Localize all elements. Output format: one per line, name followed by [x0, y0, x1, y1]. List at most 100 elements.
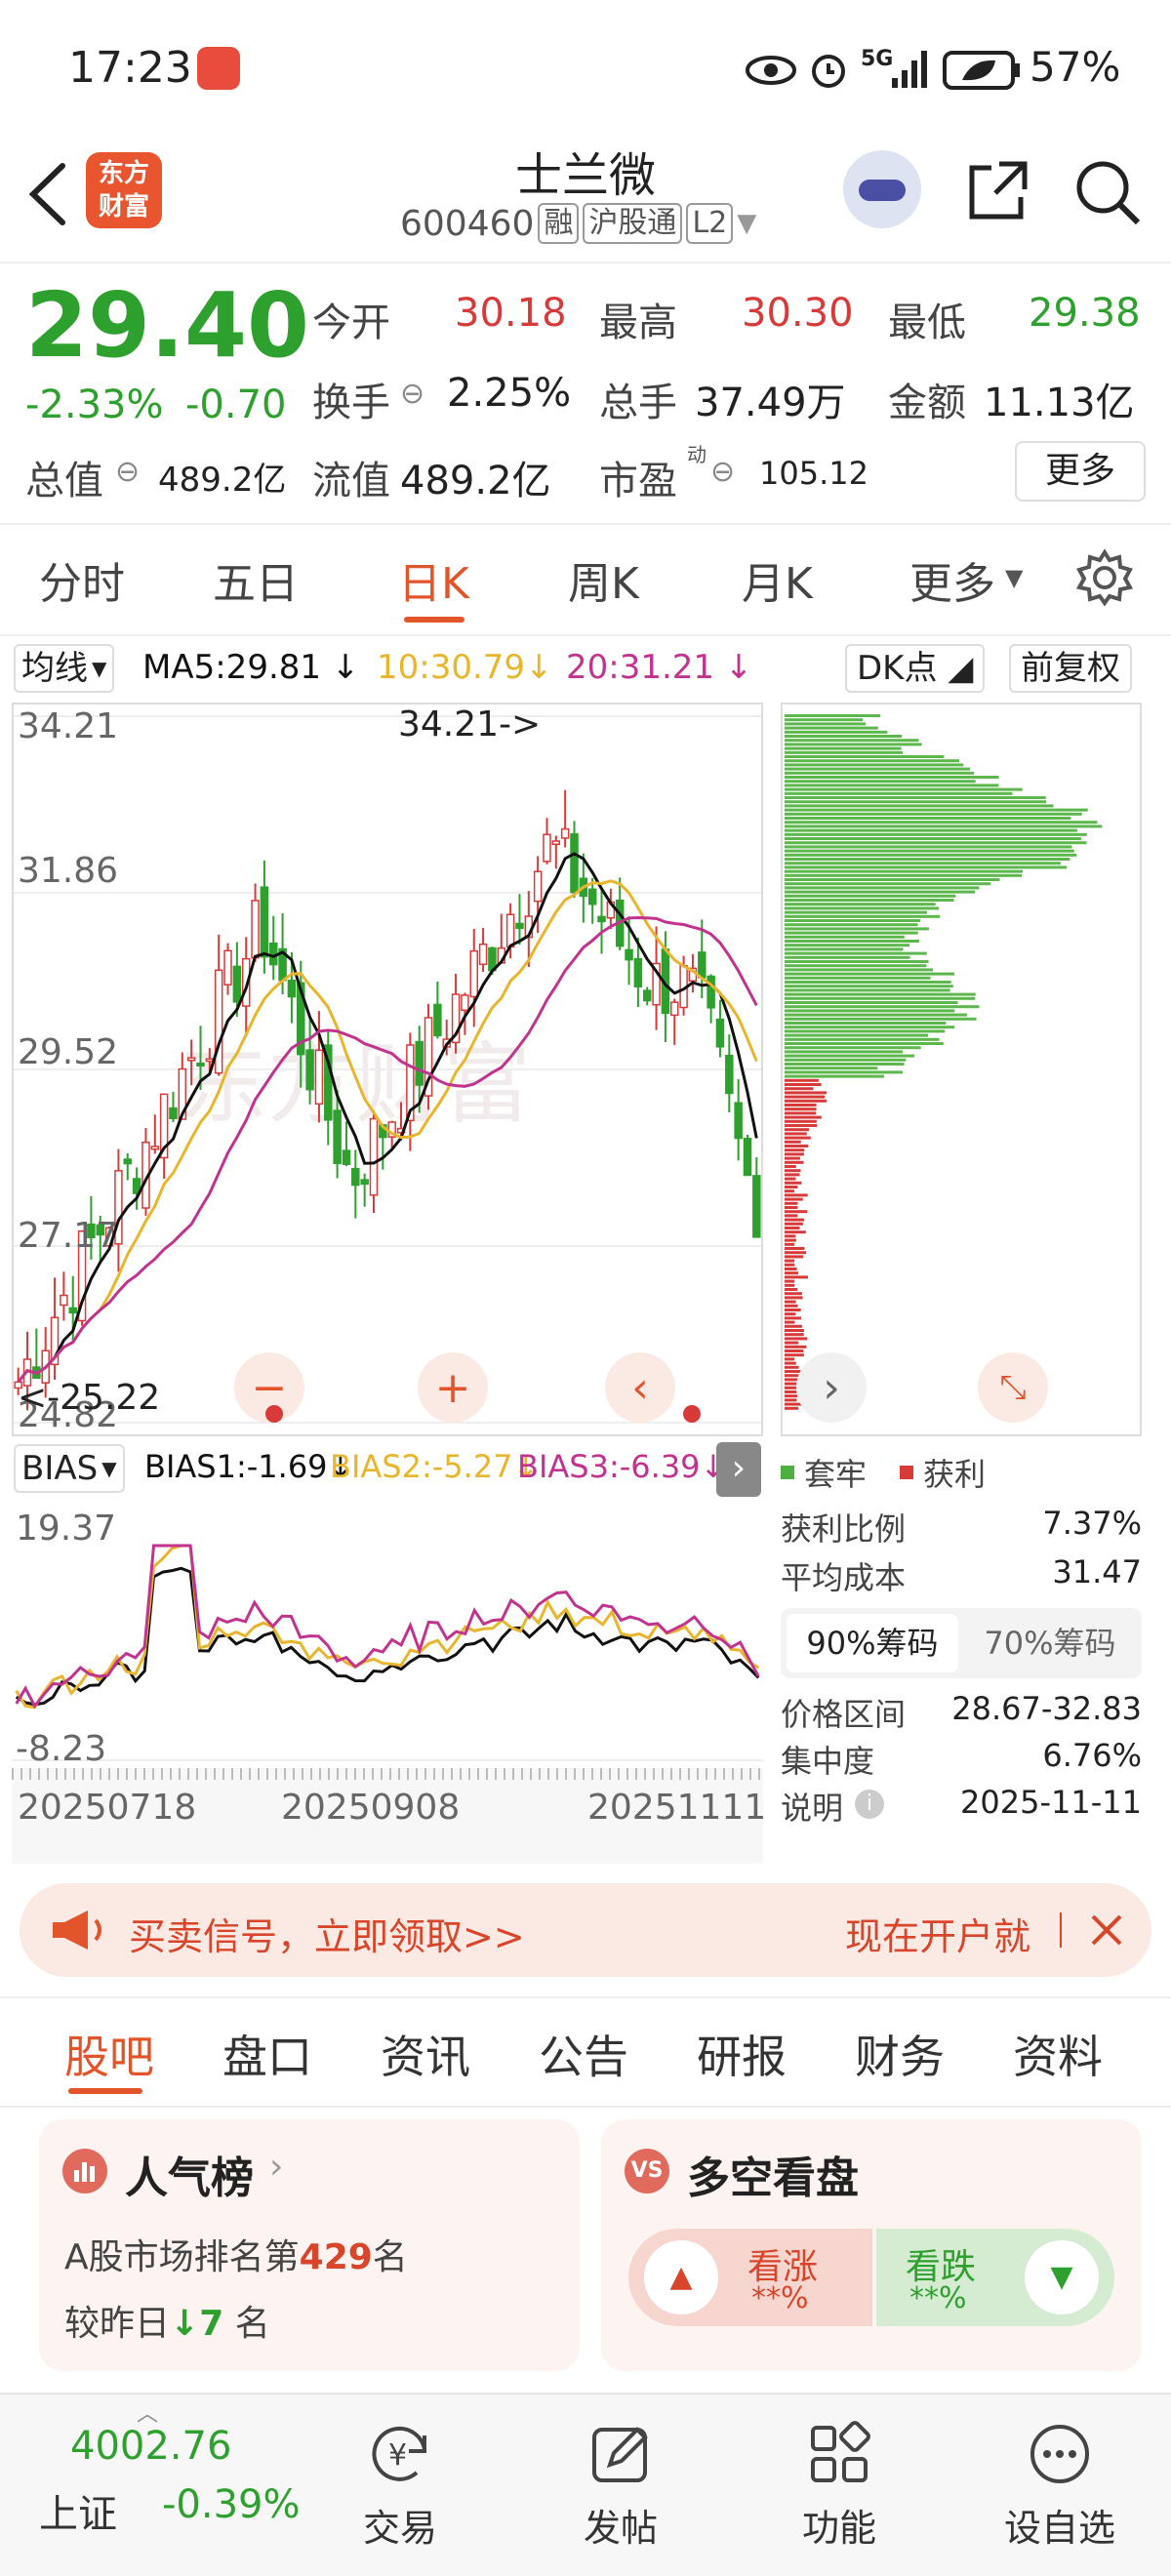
tab-monthly-k[interactable]: 月K [742, 548, 813, 611]
amount-value: 11.13亿 [984, 381, 1135, 425]
functions-nav-item[interactable]: 功能 [761, 2395, 917, 2576]
tab-announcements[interactable]: 公告 [539, 2022, 628, 2086]
tab-chip-70[interactable]: 70%筹码 [964, 1614, 1136, 1672]
edit-icon [592, 2426, 648, 2482]
bias-chart[interactable]: 19.37 -8.23 [12, 1503, 763, 1769]
chip-bar-trapped [785, 944, 910, 947]
chip-bar-trapped [785, 882, 991, 886]
mktcap-value: 489.2亿 [158, 461, 287, 500]
chip-bar-trapped [785, 825, 1103, 828]
chip-distribution-chart[interactable]: › ⤡ [781, 703, 1142, 1436]
bias-expand-button[interactable]: › [716, 1442, 761, 1497]
scroll-right-button[interactable]: › [796, 1352, 867, 1423]
mktcap-info-icon[interactable]: ⊖ [115, 455, 140, 489]
tab-five-day[interactable]: 五日 [213, 548, 299, 611]
dropdown-triangle-icon[interactable]: ▼ [737, 209, 756, 238]
ma5-value: MA5:29.81 ↓ [142, 648, 360, 687]
bull-button[interactable]: ▲ 看涨 **% [628, 2229, 872, 2326]
index-widget[interactable]: ︿ 4002.76 上证 -0.39% [0, 2395, 322, 2576]
close-icon[interactable] [1089, 1912, 1124, 1948]
dk-point-button[interactable]: DK点 ◢ [845, 644, 986, 693]
settings-gear-icon[interactable] [1075, 548, 1134, 607]
candle-body [150, 1146, 160, 1150]
chip-bar-trapped [785, 853, 1077, 857]
info-icon[interactable]: i [855, 1790, 884, 1819]
adjust-button[interactable]: 前复权 [1009, 644, 1132, 693]
candle-body [752, 1175, 761, 1238]
chip-bar-trapped [785, 964, 927, 968]
promo-banner[interactable]: 买卖信号，立即领取>> 现在开户就 [20, 1883, 1151, 1977]
chip-bar-trapped [785, 750, 904, 754]
candle-body [734, 1102, 743, 1140]
candle-body [342, 1149, 351, 1165]
dk-label: DK点 [857, 649, 938, 688]
expand-icon[interactable]: ⤡ [978, 1352, 1048, 1423]
kline-chart[interactable]: 东方财富 34.21 31.86 29.52 27.17 24.82 34.21… [12, 703, 763, 1436]
chip-bar-profit [785, 1268, 797, 1270]
chip-bar-trapped [785, 919, 921, 922]
sentiment-card[interactable]: VS 多空看盘 ▲ 看涨 **% 看跌 **% ▼ [601, 2119, 1142, 2371]
candle-body [469, 949, 478, 998]
candle-body [461, 994, 469, 1012]
chip-bar-profit [785, 1357, 795, 1361]
watchlist-nav-item[interactable]: 设自选 [982, 2395, 1138, 2576]
volume-label: 总手 [599, 381, 677, 425]
chip-bar-profit [785, 1337, 808, 1341]
chip-bar-trapped [785, 1037, 940, 1041]
bear-button[interactable]: 看跌 **% ▼ [876, 2229, 1114, 2326]
ma-line [17, 915, 758, 1384]
tab-more-dropdown-icon[interactable]: ▼ [1005, 564, 1023, 591]
tab-forum[interactable]: 股吧 [64, 2022, 154, 2086]
chip-svg [785, 714, 1103, 1410]
trade-nav-item[interactable]: ¥ 交易 [322, 2395, 478, 2576]
chip-bar-profit [785, 1300, 796, 1304]
chip-legend: 套牢 获利 [781, 1450, 986, 1495]
red-dot [683, 1405, 701, 1423]
signal-icon [892, 51, 927, 88]
zoom-in-button[interactable]: + [418, 1352, 488, 1423]
rank-change-line: 较昨日↓7 名 [64, 2295, 270, 2346]
bias-line [15, 1544, 760, 1710]
chip-bar-trapped [785, 923, 918, 927]
popularity-card[interactable]: 人气榜 › A股市场排名第429名 较昨日↓7 名 [39, 2119, 580, 2371]
turnover-info-icon[interactable]: ⊖ [400, 377, 424, 411]
chip-bar-profit [785, 1083, 822, 1086]
chip-bar-profit [785, 1365, 799, 1369]
chip-bar-trapped [785, 1046, 921, 1050]
scroll-left-button[interactable]: ‹ [605, 1352, 675, 1423]
chip-bar-profit [785, 1394, 798, 1398]
max-price-marker: 34.21-> [398, 704, 542, 745]
bias-selector[interactable]: BIAS ▼ [14, 1444, 125, 1493]
tab-more[interactable]: 更多 [909, 548, 995, 611]
post-nav-item[interactable]: 发帖 [543, 2395, 699, 2576]
chip-bar-trapped [785, 845, 1072, 849]
tab-profile[interactable]: 资料 [1013, 2022, 1103, 2086]
chip-bar-trapped [785, 787, 1023, 791]
tab-daily-k[interactable]: 日K [398, 548, 469, 611]
chip-bar-trapped [785, 858, 1070, 861]
connect-tag: 沪股通 [583, 203, 683, 244]
chip-bar-trapped [785, 873, 1023, 877]
pe-info-icon[interactable]: ⊖ [710, 455, 735, 489]
tab-chip-90[interactable]: 90%筹码 [787, 1614, 958, 1672]
tab-order-book[interactable]: 盘口 [222, 2022, 312, 2086]
index-value: 4002.76 [70, 2424, 232, 2469]
bias-selector-label: BIAS [21, 1449, 99, 1488]
tab-weekly-k[interactable]: 周K [568, 548, 639, 611]
volume-value: 37.49万 [695, 381, 846, 425]
red-dot [265, 1405, 283, 1423]
chip-bar-trapped [785, 914, 941, 918]
chip-bar-trapped [785, 1054, 915, 1058]
divider [0, 1996, 1171, 1998]
level2-tag: L2 [686, 203, 734, 244]
ma-selector[interactable]: 均线 ▼ [14, 644, 115, 693]
more-button[interactable]: 更多 [1015, 441, 1146, 502]
tab-financials[interactable]: 财务 [855, 2022, 945, 2086]
price-axis-3: 29.52 [18, 1032, 119, 1072]
tab-news[interactable]: 资讯 [381, 2022, 470, 2086]
chip-bar-trapped [785, 1013, 967, 1017]
tick-strip [12, 1768, 763, 1780]
chip-bar-profit [785, 1255, 804, 1259]
tab-intraday[interactable]: 分时 [39, 548, 125, 611]
tab-research[interactable]: 研报 [697, 2022, 787, 2086]
